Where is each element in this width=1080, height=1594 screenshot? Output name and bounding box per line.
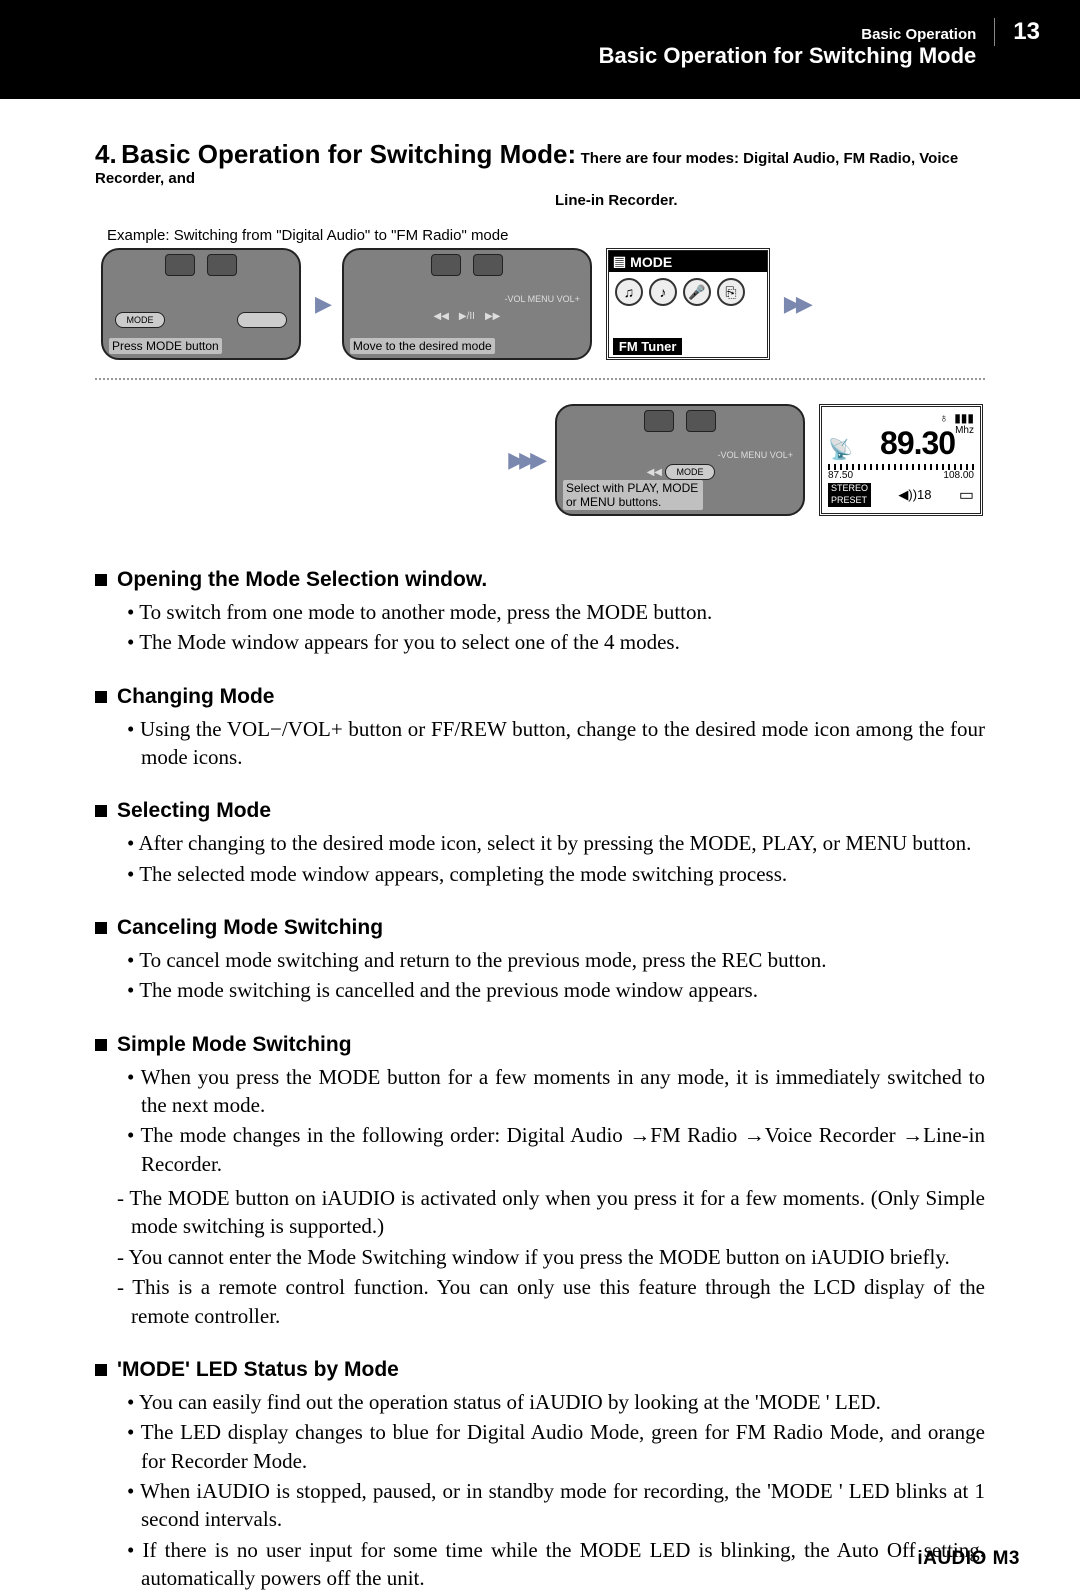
arrow-icon: ▶ bbox=[315, 291, 328, 317]
section-title: 4. Basic Operation for Switching Mode: T… bbox=[95, 139, 985, 209]
section-heading: Changing Mode bbox=[95, 685, 985, 709]
footer-brand: iAUDIO M3 bbox=[917, 1548, 1020, 1570]
section-block: Changing Mode Using the VOL−/VOL+ button … bbox=[95, 685, 985, 772]
bullet-square-icon bbox=[95, 1364, 107, 1376]
diagram-caption-1: Press MODE button bbox=[109, 338, 222, 354]
bullet-list: To cancel mode switching and return to t… bbox=[95, 946, 985, 1005]
link-icon: ♁ bbox=[939, 411, 948, 425]
divider bbox=[95, 378, 985, 380]
header-title: Basic Operation for Switching Mode bbox=[599, 43, 977, 69]
list-item: When you press the MODE button for a few… bbox=[127, 1063, 985, 1120]
bullet-square-icon bbox=[95, 1039, 107, 1051]
mode-icon: ♪ bbox=[649, 278, 677, 306]
list-item: The Mode window appears for you to selec… bbox=[127, 628, 985, 656]
list-item: Using the VOL−/VOL+ button or FF/REW but… bbox=[127, 715, 985, 772]
diagram-row-1: MODE Press MODE button ▶ -VOL MENU VOL+ … bbox=[101, 248, 985, 360]
mode-button-label: MODE bbox=[665, 464, 715, 480]
list-item: To switch from one mode to another mode,… bbox=[127, 598, 985, 626]
device-illustration-1: MODE Press MODE button bbox=[101, 248, 301, 360]
sub-bullet-list: The MODE button on iAUDIO is activated o… bbox=[95, 1184, 985, 1330]
bullet-list: To switch from one mode to another mode,… bbox=[95, 598, 985, 657]
section-heading: Selecting Mode bbox=[95, 799, 985, 823]
mode-icon: ♫ bbox=[615, 278, 643, 306]
fm-volume: ◀))18 bbox=[898, 487, 931, 503]
example-caption: Example: Switching from "Digital Audio" … bbox=[107, 227, 985, 244]
page-header: Basic Operation Basic Operation for Swit… bbox=[0, 0, 1080, 99]
menu-strip-label: -VOL MENU VOL+ bbox=[504, 294, 579, 304]
title-main: Basic Operation for Switching Mode: bbox=[121, 139, 576, 169]
diagram-caption-4: Select with PLAY, MODE or MENU buttons. bbox=[563, 480, 703, 510]
diagram-row-2: ▶▶▶ -VOL MENU VOL+ ◀◀ ▶/II ▶▶ MODE Selec… bbox=[95, 404, 983, 516]
header-section: Basic Operation bbox=[599, 26, 977, 43]
section-heading: Simple Mode Switching bbox=[95, 1033, 985, 1057]
title-number: 4. bbox=[95, 139, 117, 169]
title-note-2: Line-in Recorder. bbox=[555, 192, 985, 209]
section-heading-text: 'MODE' LED Status by Mode bbox=[117, 1358, 399, 1382]
fm-high: 108.00 bbox=[943, 470, 974, 481]
diagram-caption-2: Move to the desired mode bbox=[350, 338, 495, 354]
section-block: Opening the Mode Selection window. To swi… bbox=[95, 568, 985, 657]
section-heading-text: Changing Mode bbox=[117, 685, 274, 709]
section-block: Simple Mode Switching When you press the … bbox=[95, 1033, 985, 1330]
bullet-list: After changing to the desired mode icon,… bbox=[95, 829, 985, 888]
list-item: To cancel mode switching and return to t… bbox=[127, 946, 985, 974]
section-block: Canceling Mode Switching To cancel mode s… bbox=[95, 916, 985, 1005]
bullet-list: Using the VOL−/VOL+ button or FF/REW but… bbox=[95, 715, 985, 772]
bullet-square-icon bbox=[95, 805, 107, 817]
bullet-square-icon bbox=[95, 922, 107, 934]
section-block: Selecting Mode After changing to the desi… bbox=[95, 799, 985, 888]
list-item: You cannot enter the Mode Switching wind… bbox=[117, 1243, 985, 1271]
list-item: You can easily find out the operation st… bbox=[127, 1388, 985, 1416]
lcd-fm-screen: ♁ ▮▮▮ 📡 89.30Mhz 87.50 108.00 STEREO bbox=[819, 404, 983, 516]
battery-icon: ▮▮▮ bbox=[954, 411, 974, 425]
list-item: When iAUDIO is stopped, paused, or in st… bbox=[127, 1477, 985, 1534]
fm-preset: PRESET bbox=[828, 495, 871, 507]
section-heading-text: Selecting Mode bbox=[117, 799, 271, 823]
battery-icon-small: ▭ bbox=[959, 485, 974, 505]
menu-strip-label: -VOL MENU VOL+ bbox=[718, 450, 793, 460]
list-item: The MODE button on iAUDIO is activated o… bbox=[117, 1184, 985, 1241]
list-item: This is a remote control function. You c… bbox=[117, 1273, 985, 1330]
section-heading: Opening the Mode Selection window. bbox=[95, 568, 985, 592]
bullet-list: When you press the MODE button for a few… bbox=[95, 1063, 985, 1178]
bullet-square-icon bbox=[95, 574, 107, 586]
fm-stereo: STEREO bbox=[828, 483, 871, 495]
section-heading-text: Canceling Mode Switching bbox=[117, 916, 383, 940]
lcd-mode-screen: ▤MODE ♫ ♪ 🎤 ⎘ FM Tuner bbox=[606, 248, 770, 360]
list-item: The LED display changes to blue for Digi… bbox=[127, 1418, 985, 1475]
section-block: 'MODE' LED Status by Mode You can easily … bbox=[95, 1358, 985, 1592]
mode-button-label: MODE bbox=[115, 312, 165, 328]
list-item: After changing to the desired mode icon,… bbox=[127, 829, 985, 857]
mode-icon: ⎘ bbox=[717, 278, 745, 306]
list-item: The selected mode window appears, comple… bbox=[127, 860, 985, 888]
fm-low: 87.50 bbox=[828, 470, 853, 481]
device-illustration-3: -VOL MENU VOL+ ◀◀ ▶/II ▶▶ MODE Select wi… bbox=[555, 404, 805, 516]
section-heading-text: Opening the Mode Selection window. bbox=[117, 568, 487, 592]
bullet-square-icon bbox=[95, 691, 107, 703]
antenna-icon: 📡 bbox=[828, 437, 853, 462]
device-illustration-2: -VOL MENU VOL+ ◀◀ ▶/II ▶▶ Move to the de… bbox=[342, 248, 592, 360]
list-item: The mode switching is cancelled and the … bbox=[127, 976, 985, 1004]
section-heading: 'MODE' LED Status by Mode bbox=[95, 1358, 985, 1382]
fm-frequency: 89.30 bbox=[880, 425, 955, 461]
doc-icon: ▤ bbox=[613, 253, 626, 270]
section-heading: Canceling Mode Switching bbox=[95, 916, 985, 940]
lcd-bottom-label: FM Tuner bbox=[613, 338, 683, 355]
list-item: The mode changes in the following order:… bbox=[127, 1121, 985, 1178]
list-item: If there is no user input for some time … bbox=[127, 1536, 985, 1593]
page-number: 13 bbox=[994, 18, 1040, 46]
section-heading-text: Simple Mode Switching bbox=[117, 1033, 352, 1057]
bullet-list: You can easily find out the operation st… bbox=[95, 1388, 985, 1592]
arrow-icon: ▶▶ bbox=[784, 291, 808, 317]
mode-icon: 🎤 bbox=[683, 278, 711, 306]
arrow-icon: ▶▶▶ bbox=[508, 447, 541, 473]
